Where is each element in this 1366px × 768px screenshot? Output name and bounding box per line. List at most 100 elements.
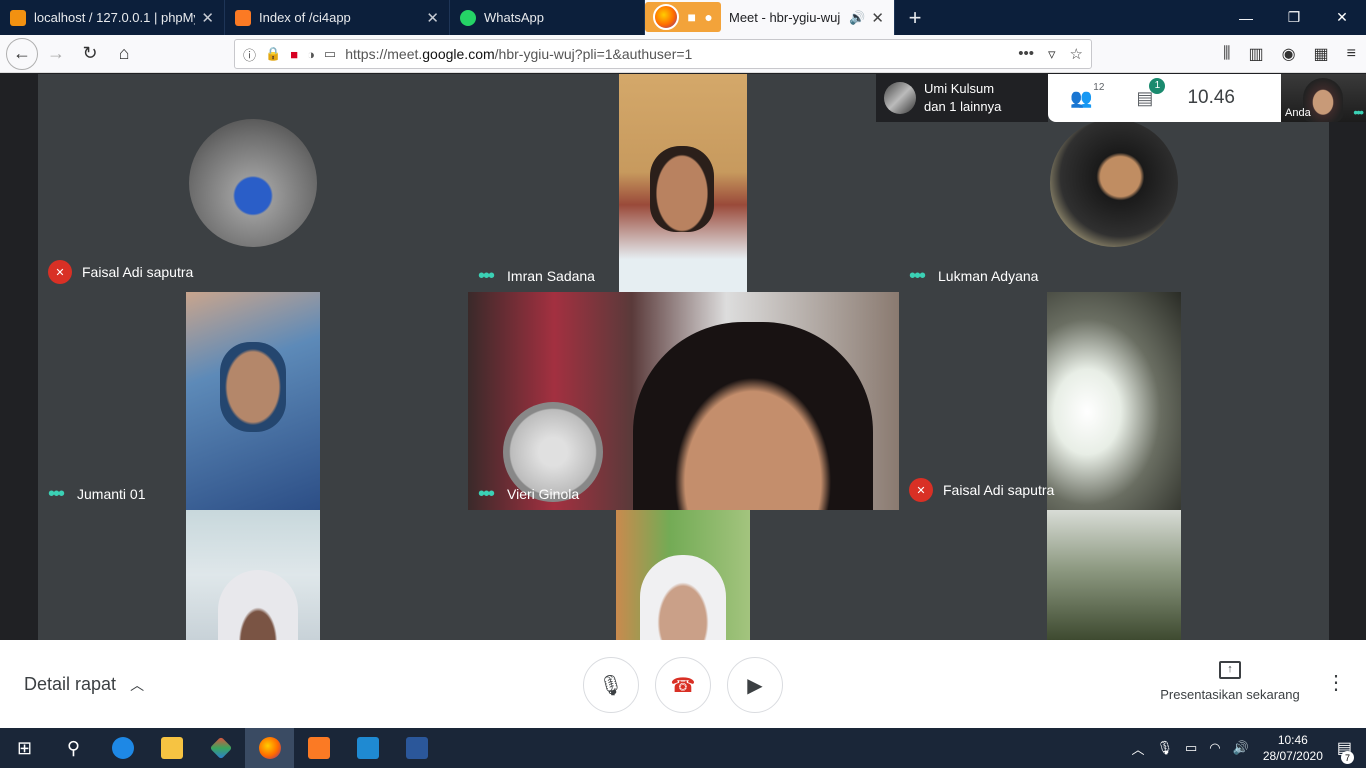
microphone-permission-icon[interactable]: ◑ — [307, 47, 315, 62]
present-now-button[interactable]: ↑ Presentasikan sekarang — [1150, 660, 1310, 702]
minimize-icon[interactable]: — — [1222, 0, 1270, 35]
toolbar-right: ⫼ ▥ ◉ ▦ ≡ — [1223, 35, 1356, 73]
clock-time: 10:46 — [1277, 733, 1308, 747]
restore-icon[interactable]: ❐ — [1270, 0, 1318, 35]
volume-icon[interactable]: 🔊 — [1233, 740, 1249, 756]
battery-icon[interactable]: ▭ — [1185, 740, 1197, 756]
participant-avatar — [1050, 119, 1178, 247]
xampp-icon[interactable] — [294, 728, 343, 768]
participant-name: Lukman Adyana — [938, 268, 1039, 284]
close-icon[interactable]: ✕ — [426, 9, 439, 27]
lock-icon[interactable]: 🔒 — [265, 46, 281, 62]
tab-ci4app[interactable]: Index of /ci4app ✕ — [225, 0, 450, 35]
notification-count: 7 — [1341, 751, 1354, 764]
chevron-up-icon[interactable]: ︿ — [1131, 739, 1144, 758]
back-button[interactable]: ← — [6, 37, 38, 70]
search-icon[interactable]: ⚲ — [49, 728, 98, 768]
close-window-icon[interactable]: ✕ — [1318, 0, 1366, 35]
participant-tile[interactable]: ••• Vieri Ginola — [468, 292, 899, 510]
end-call-button[interactable]: ☎ — [655, 657, 711, 713]
participant-face — [640, 555, 726, 640]
present-label: Presentasikan sekarang — [1160, 687, 1300, 702]
participant-name: Vieri Ginola — [507, 486, 580, 502]
camera-permission-icon[interactable]: ■ — [290, 47, 298, 62]
participant-face — [218, 570, 298, 640]
pocket-icon[interactable]: ▿ — [1048, 45, 1056, 63]
microphone-button[interactable]: 🎙 — [583, 657, 639, 713]
speaker-icon[interactable]: 🔊 — [849, 10, 865, 26]
participant-face — [650, 146, 714, 232]
chat-button[interactable]: ▤ 1 — [1136, 77, 1166, 109]
muted-mic-icon: ✕ — [909, 478, 933, 502]
presenter-others: dan 1 lainnya — [924, 99, 1002, 114]
firefox-icon[interactable] — [245, 728, 294, 768]
edge-icon[interactable] — [98, 728, 147, 768]
meeting-clock: 10.46 — [1187, 87, 1235, 108]
url-text[interactable]: https://meet.google.com/hbr-ygiu-wuj?pli… — [345, 46, 1018, 62]
people-icon: 👥 — [1070, 87, 1093, 108]
participant-tile[interactable] — [38, 510, 468, 640]
sourcetree-icon[interactable] — [196, 728, 245, 768]
library-icon[interactable]: ⫼ — [1223, 45, 1230, 63]
more-actions-icon[interactable]: ••• — [1018, 45, 1034, 63]
speaking-indicator-icon: ••• — [478, 483, 495, 505]
chat-permission-icon[interactable]: ▭ — [324, 46, 336, 62]
presenter-name: Umi Kulsum — [924, 81, 995, 96]
hang-up-icon: ☎ — [670, 674, 696, 697]
speaking-indicator-icon: ••• — [1353, 104, 1364, 120]
participants-button[interactable]: 👥 12 — [1070, 82, 1104, 109]
self-view[interactable]: Anda ••• — [1281, 74, 1366, 122]
notification-center-icon[interactable]: ▤ 7 — [1337, 738, 1354, 764]
presenter-info[interactable]: Umi Kulsum dan 1 lainnya — [876, 74, 1048, 122]
vscode-icon[interactable] — [343, 728, 392, 768]
navigation-bar: ← → ↻ ⌂ ⓘ 🔒 ■ ◑ ▭ https://meet.google.co… — [0, 35, 1366, 73]
info-icon[interactable]: ⓘ — [243, 45, 256, 64]
participant-tile[interactable]: ••• Jumanti 01 — [38, 292, 468, 510]
participants-count: 12 — [1093, 81, 1105, 93]
participant-tile[interactable] — [899, 510, 1329, 640]
participant-name: Imran Sadana — [507, 268, 595, 284]
extensions-icon[interactable]: ▦ — [1314, 44, 1329, 64]
menu-icon[interactable]: ≡ — [1347, 45, 1356, 63]
tab-whatsapp[interactable]: WhatsApp — [450, 0, 645, 35]
file-explorer-icon[interactable] — [147, 728, 196, 768]
window-controls: — ❐ ✕ — [1222, 0, 1366, 35]
new-tab-button[interactable]: + — [895, 0, 935, 35]
chat-badge: 1 — [1149, 77, 1166, 94]
clock[interactable]: 10:46 28/07/2020 — [1263, 732, 1323, 764]
more-options-icon[interactable]: ⋮ — [1326, 670, 1346, 695]
clock-date: 28/07/2020 — [1262, 749, 1323, 763]
self-label: Anda — [1285, 107, 1311, 119]
chevron-up-icon: ︿ — [130, 676, 145, 693]
close-icon[interactable]: ✕ — [201, 9, 214, 27]
camera-button[interactable]: ▶ — [727, 657, 783, 713]
windows-taskbar: ⊞ ⚲ ︿ 🎙 ▭ ◠ 🔊 10:46 28/07/2020 ▤ 7 — [0, 728, 1366, 768]
home-button[interactable]: ⌂ — [108, 38, 140, 70]
meeting-details-button[interactable]: Detail rapat ︿ — [24, 674, 144, 695]
xampp-icon — [235, 9, 251, 26]
sharing-indicator[interactable]: ■ ● — [645, 2, 721, 32]
reload-button[interactable]: ↻ — [74, 38, 106, 70]
participant-face — [220, 342, 286, 432]
meet-stage: ✕ Faisal Adi saputra ••• Imran Sadana ••• L… — [0, 74, 1366, 640]
close-icon[interactable]: ✕ — [871, 9, 884, 27]
forward-button[interactable]: → — [40, 38, 72, 70]
address-bar[interactable]: ⓘ 🔒 ■ ◑ ▭ https://meet.google.com/hbr-yg… — [234, 39, 1092, 69]
participant-tile[interactable] — [468, 510, 899, 640]
tab-phpmyadmin[interactable]: localhost / 127.0.0.1 | phpMyAdmin ✕ — [0, 0, 225, 35]
meet-top-bar: 👥 12 ▤ 1 10.46 — [1048, 74, 1281, 122]
microphone-icon[interactable]: 🎙 — [1156, 740, 1173, 756]
start-button[interactable]: ⊞ — [0, 728, 49, 768]
participant-tile[interactable]: ✕ Faisal Adi saputra — [38, 74, 468, 292]
muted-mic-icon: ✕ — [48, 260, 72, 284]
word-icon[interactable] — [392, 728, 441, 768]
system-tray: ︿ 🎙 ▭ ◠ 🔊 10:46 28/07/2020 ▤ 7 — [1125, 728, 1366, 768]
wifi-icon[interactable]: ◠ — [1209, 740, 1220, 756]
sidebar-icon[interactable]: ▥ — [1248, 44, 1263, 64]
account-icon[interactable]: ◉ — [1282, 44, 1296, 64]
participant-tile[interactable]: ✕ Faisal Adi saputra — [899, 292, 1329, 510]
participant-tile[interactable]: ••• Imran Sadana — [468, 74, 899, 292]
camera-icon: ■ — [687, 9, 696, 25]
camera-icon: ▶ — [747, 674, 763, 697]
bookmark-star-icon[interactable]: ☆ — [1070, 45, 1083, 63]
